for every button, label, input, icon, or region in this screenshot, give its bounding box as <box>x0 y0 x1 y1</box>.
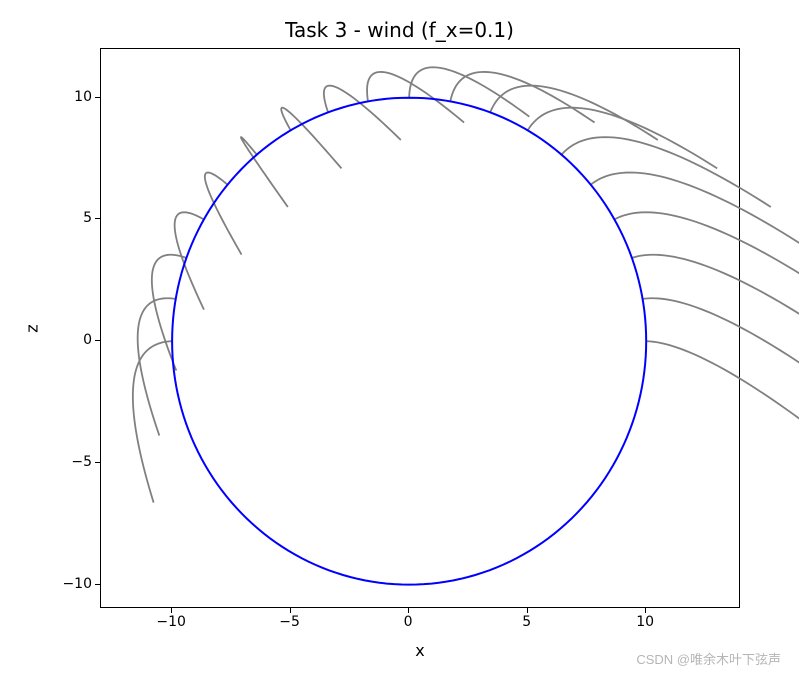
x-tick-label: −5 <box>279 614 300 630</box>
y-tick-label: 5 <box>52 210 92 226</box>
trajectory-curve <box>632 255 799 371</box>
y-tick-mark <box>95 218 100 219</box>
x-tick-label: −10 <box>156 614 186 630</box>
trajectory-curve <box>646 341 799 502</box>
x-tick-mark <box>645 608 646 613</box>
x-tick-label: 10 <box>636 614 654 630</box>
trajectory-curve <box>490 86 658 140</box>
y-tick-label: 10 <box>52 89 92 105</box>
x-tick-label: 0 <box>404 614 413 630</box>
y-tick-label: −10 <box>52 576 92 592</box>
y-axis-label: z <box>22 48 42 608</box>
trajectory-curve <box>591 173 799 255</box>
figure: Task 3 - wind (f_x=0.1) x z −10−50510−10… <box>0 0 799 678</box>
trajectory-curve <box>138 298 176 435</box>
y-tick-mark <box>95 584 100 585</box>
y-tick-mark <box>95 340 100 341</box>
circle-path <box>172 98 646 585</box>
y-tick-label: −5 <box>52 454 92 470</box>
x-tick-mark <box>290 608 291 613</box>
plot-canvas <box>101 49 741 609</box>
x-tick-mark <box>171 608 172 613</box>
trajectory-curve <box>324 86 401 140</box>
trajectory-curve <box>133 341 172 502</box>
y-tick-mark <box>95 97 100 98</box>
trajectory-curve <box>205 173 242 255</box>
x-tick-label: 5 <box>522 614 531 630</box>
plot-area <box>100 48 740 608</box>
y-tick-mark <box>95 462 100 463</box>
y-tick-label: 0 <box>52 332 92 348</box>
x-tick-mark <box>527 608 528 613</box>
watermark-text: CSDN @唯余木叶下弦声 <box>636 649 781 668</box>
x-tick-mark <box>408 608 409 613</box>
chart-title: Task 3 - wind (f_x=0.1) <box>0 18 799 42</box>
trajectory-curve <box>562 137 771 207</box>
trajectory-curve <box>281 108 341 169</box>
